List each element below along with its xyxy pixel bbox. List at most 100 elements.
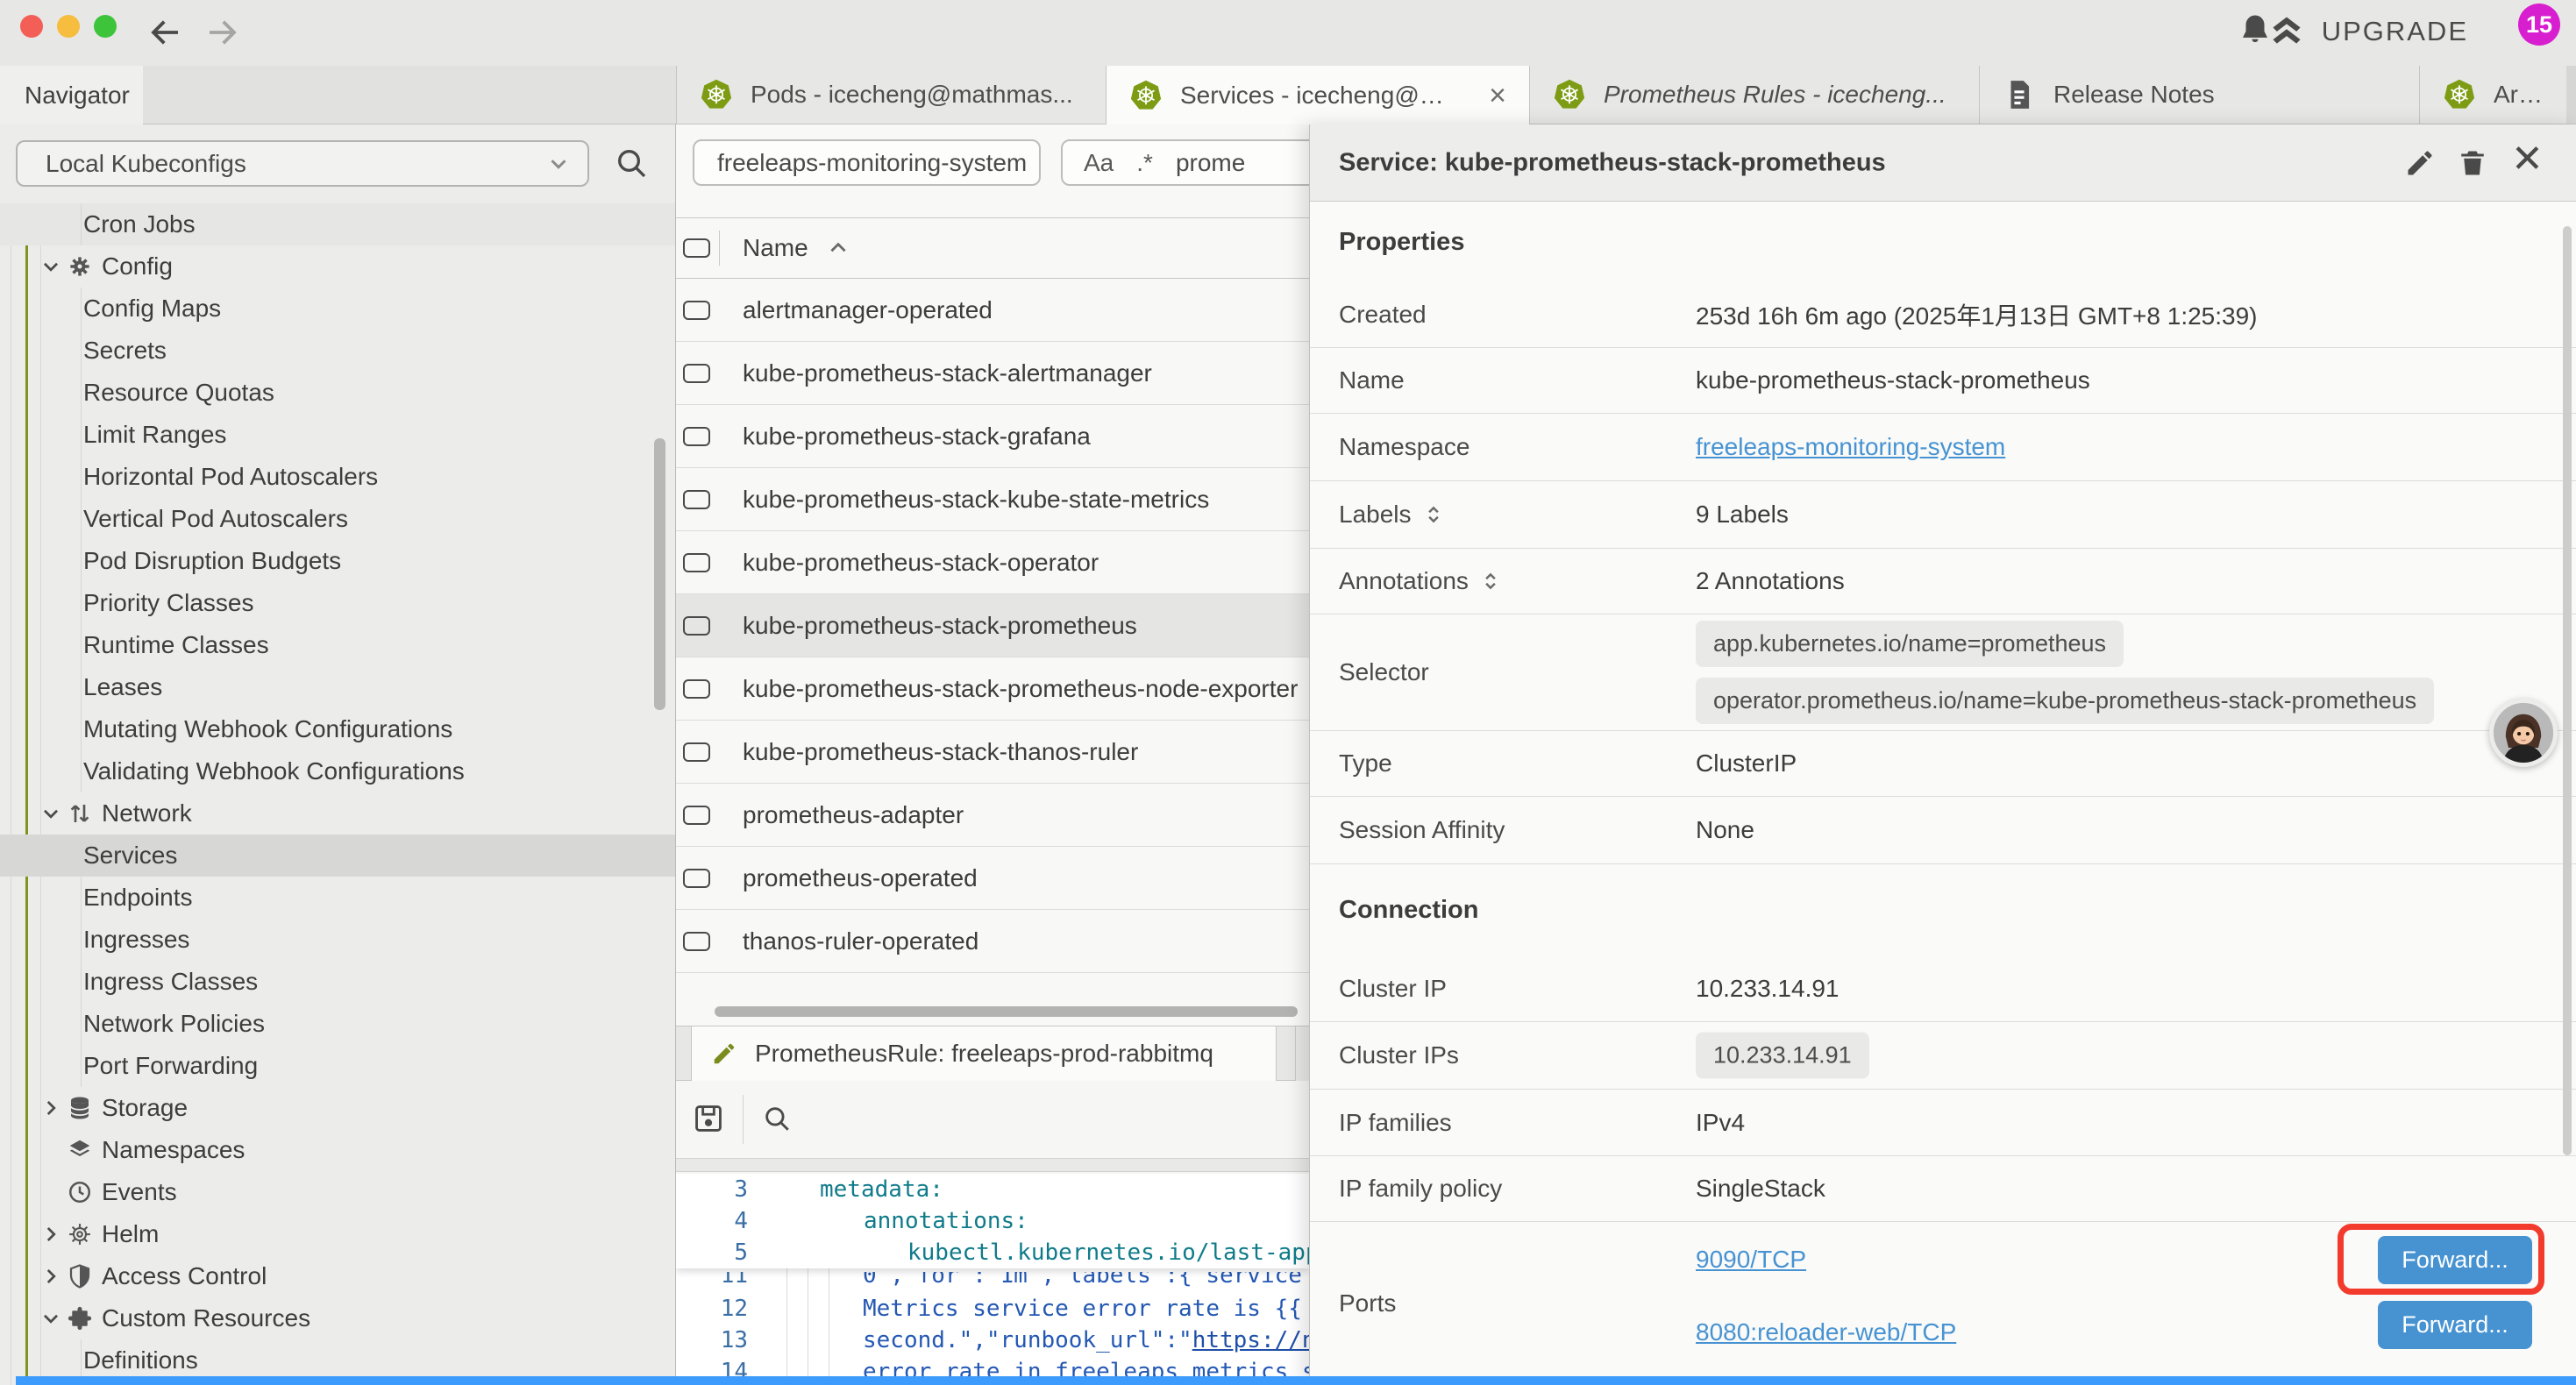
port-link[interactable]: 8080:reloader-web/TCP — [1696, 1318, 1956, 1346]
table-row[interactable]: kube-prometheus-stack-grafana — [676, 405, 1309, 468]
row-checkbox[interactable] — [683, 869, 710, 888]
sidebar-item-horizontal-pod-autoscalers[interactable]: Horizontal Pod Autoscalers — [0, 456, 676, 498]
row-checkbox[interactable] — [683, 742, 710, 762]
search-icon[interactable] — [762, 1104, 792, 1133]
collapsed-panel-strip[interactable] — [676, 1158, 1309, 1172]
editor-tab-partial[interactable] — [1295, 1026, 1309, 1081]
table-row[interactable]: kube-prometheus-stack-prometheus — [676, 594, 1309, 657]
tab-argo-se[interactable]: Argo Se — [2419, 66, 2566, 124]
forward-button[interactable]: Forward... — [2378, 1301, 2532, 1349]
row-checkbox[interactable] — [683, 490, 710, 509]
property-value-link[interactable]: freeleaps-monitoring-system — [1696, 433, 2005, 461]
row-checkbox[interactable] — [683, 679, 710, 699]
sidebar-item-port-forwarding[interactable]: Port Forwarding — [0, 1045, 676, 1087]
code-link[interactable]: https://net — [1192, 1327, 1309, 1353]
sidebar-item-pod-disruption-budgets[interactable]: Pod Disruption Budgets — [0, 540, 676, 582]
sidebar-item-validating-webhook-configurations[interactable]: Validating Webhook Configurations — [0, 750, 676, 792]
search-icon[interactable] — [614, 146, 649, 181]
notification-count-badge[interactable]: 15 — [2518, 4, 2560, 46]
table-row[interactable]: prometheus-adapter — [676, 784, 1309, 847]
window-zoom-button[interactable] — [94, 15, 117, 38]
edit-pencil-icon[interactable] — [2404, 147, 2436, 179]
sidebar-item-services[interactable]: Services — [0, 835, 676, 877]
regex-toggle[interactable]: .* — [1136, 149, 1153, 177]
tab-navigator[interactable]: Navigator — [0, 66, 143, 124]
table-row[interactable]: prometheus-operated — [676, 847, 1309, 910]
table-row[interactable]: kube-prometheus-stack-prometheus-node-ex… — [676, 657, 1309, 721]
tree-indent-guide — [81, 330, 82, 372]
sidebar-item-events[interactable]: Events — [0, 1171, 676, 1213]
trash-icon[interactable] — [2457, 147, 2488, 179]
tab-services-icecheng-math[interactable]: Services - icecheng@math...× — [1106, 66, 1529, 124]
kubeconfig-dropdown[interactable]: Local Kubeconfigs — [16, 140, 589, 187]
table-row[interactable]: thanos-ruler-operated — [676, 910, 1309, 973]
window-title-bar: UPGRADE 15 — [0, 0, 2576, 66]
sidebar-item-ingress-classes[interactable]: Ingress Classes — [0, 961, 676, 1003]
sidebar-item-vertical-pod-autoscalers[interactable]: Vertical Pod Autoscalers — [0, 498, 676, 540]
close-icon[interactable]: ✕ — [2511, 144, 2543, 175]
port-link[interactable]: 9090/TCP — [1696, 1246, 1806, 1274]
yaml-editor[interactable]: 110","for":"1m","labels":{"service":"12M… — [676, 1174, 1309, 1385]
table-row[interactable]: kube-prometheus-stack-alertmanager — [676, 342, 1309, 405]
upgrade-button[interactable]: UPGRADE — [2267, 12, 2468, 51]
sidebar-scrollbar[interactable] — [654, 438, 665, 710]
tab-release-notes[interactable]: Release Notes — [1979, 66, 2419, 124]
sidebar-item-namespaces[interactable]: Namespaces — [0, 1129, 676, 1171]
sidebar-item-storage[interactable]: Storage — [0, 1087, 676, 1129]
sidebar-item-network[interactable]: Network — [0, 792, 676, 835]
sidebar-item-label: Validating Webhook Configurations — [83, 757, 465, 785]
tab-pods-icecheng-mathmas[interactable]: Pods - icecheng@mathmas... — [676, 66, 1106, 124]
tab-close-icon[interactable]: × — [1489, 81, 1506, 110]
table-row[interactable]: kube-prometheus-stack-thanos-ruler — [676, 721, 1309, 784]
sidebar-item-priority-classes[interactable]: Priority Classes — [0, 582, 676, 624]
code-segment: 0","for":"1m","labels":{"service":" — [863, 1272, 1309, 1289]
service-search-input[interactable]: Aa .* prome — [1061, 139, 1309, 186]
row-checkbox[interactable] — [683, 806, 710, 825]
select-all-checkbox[interactable] — [683, 238, 710, 258]
row-checkbox[interactable] — [683, 301, 710, 320]
value-chip[interactable]: operator.prometheus.io/name=kube-prometh… — [1696, 678, 2434, 724]
sidebar-item-leases[interactable]: Leases — [0, 666, 676, 708]
tab-prometheus-rules-icecheng[interactable]: Prometheus Rules - icecheng... — [1529, 66, 1979, 124]
row-checkbox[interactable] — [683, 932, 710, 951]
table-row[interactable]: kube-prometheus-stack-operator — [676, 531, 1309, 594]
sidebar-item-access-control[interactable]: Access Control — [0, 1255, 676, 1297]
avatar[interactable] — [2489, 699, 2558, 767]
sidebar-item-endpoints[interactable]: Endpoints — [0, 877, 676, 919]
property-row-ip-family-policy: IP family policySingleStack — [1310, 1156, 2576, 1222]
sidebar-item-secrets[interactable]: Secrets — [0, 330, 676, 372]
sidebar-item-limit-ranges[interactable]: Limit Ranges — [0, 414, 676, 456]
table-row[interactable]: alertmanager-operated — [676, 279, 1309, 342]
sidebar-item-config-maps[interactable]: Config Maps — [0, 288, 676, 330]
row-checkbox[interactable] — [683, 616, 710, 636]
sidebar-item-helm[interactable]: Helm — [0, 1213, 676, 1255]
row-checkbox[interactable] — [683, 553, 710, 572]
sidebar-item-network-policies[interactable]: Network Policies — [0, 1003, 676, 1045]
row-checkbox[interactable] — [683, 427, 710, 446]
name-column-header[interactable]: Name — [743, 234, 808, 262]
forward-arrow-icon[interactable] — [203, 14, 240, 51]
sidebar-item-custom-resources[interactable]: Custom Resources — [0, 1297, 676, 1339]
sidebar-item-mutating-webhook-configurations[interactable]: Mutating Webhook Configurations — [0, 708, 676, 750]
sidebar-item-runtime-classes[interactable]: Runtime Classes — [0, 624, 676, 666]
save-icon[interactable] — [692, 1102, 725, 1135]
match-case-toggle[interactable]: Aa — [1084, 149, 1114, 177]
row-checkbox[interactable] — [683, 364, 710, 383]
namespace-filter-dropdown[interactable]: freeleaps-monitoring-system — [693, 139, 1041, 186]
value-chip[interactable]: app.kubernetes.io/name=prometheus — [1696, 621, 2124, 667]
sidebar-item-config[interactable]: Config — [0, 245, 676, 288]
sidebar-item-ingresses[interactable]: Ingresses — [0, 919, 676, 961]
window-minimize-button[interactable] — [57, 15, 80, 38]
detail-scrollbar[interactable] — [2563, 226, 2572, 1155]
sidebar-item-cron-jobs[interactable]: Cron Jobs — [0, 203, 676, 245]
sidebar-item-resource-quotas[interactable]: Resource Quotas — [0, 372, 676, 414]
horizontal-scrollbar[interactable] — [715, 1006, 1298, 1017]
column-divider — [719, 231, 720, 266]
sort-ascending-icon[interactable] — [827, 237, 850, 259]
editor-tab-prometheusrule[interactable]: PrometheusRule: freeleaps-prod-rabbitmq — [691, 1026, 1277, 1081]
back-arrow-icon[interactable] — [147, 14, 184, 51]
table-row[interactable]: kube-prometheus-stack-kube-state-metrics — [676, 468, 1309, 531]
value-chip[interactable]: 10.233.14.91 — [1696, 1033, 1869, 1079]
sidebar-item-definitions[interactable]: Definitions — [0, 1339, 676, 1381]
window-close-button[interactable] — [20, 15, 43, 38]
